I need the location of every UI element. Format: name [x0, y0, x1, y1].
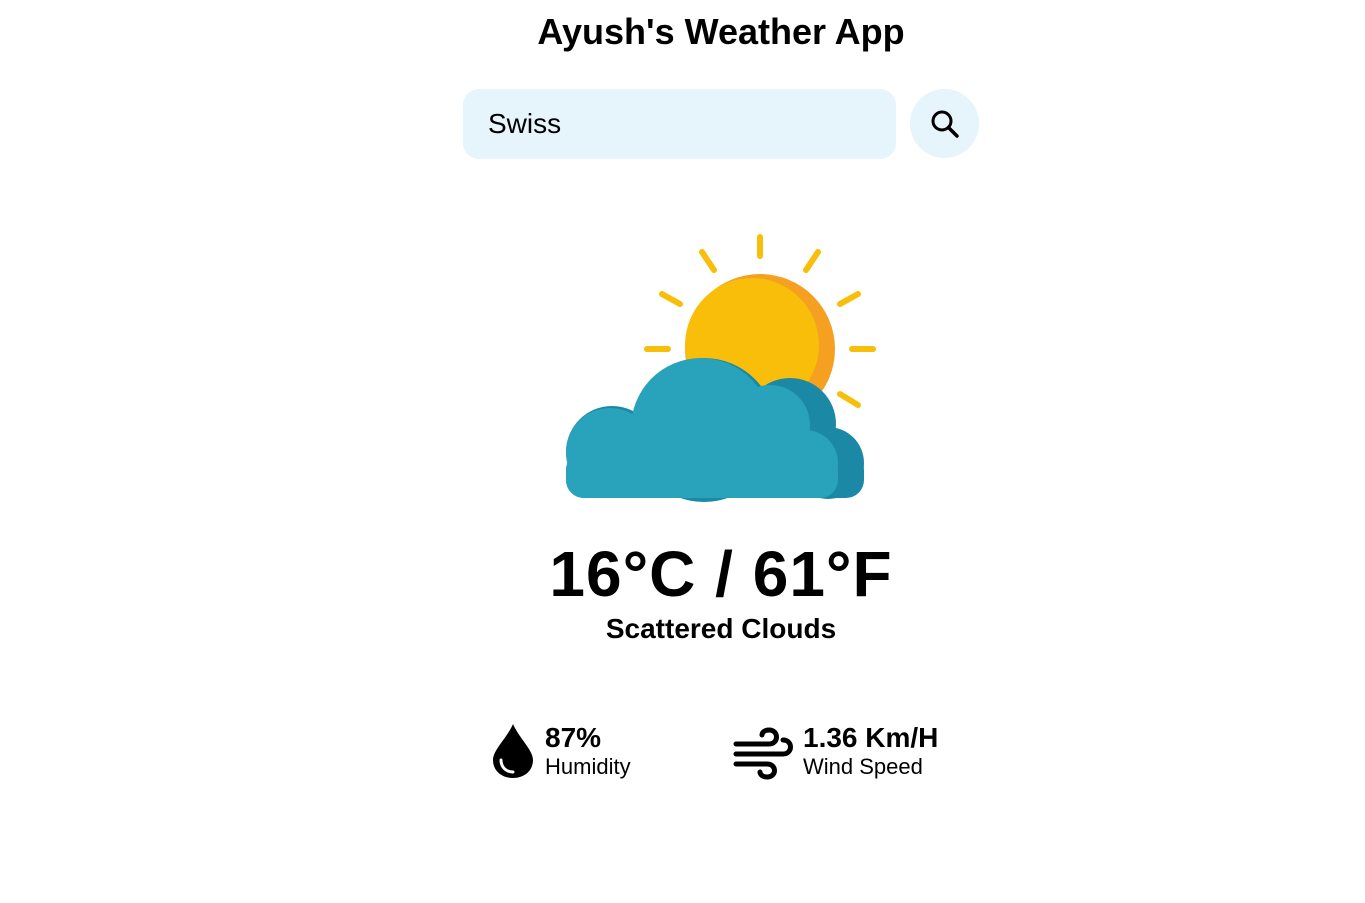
- wind-icon: [733, 727, 793, 780]
- humidity-stat: 87% Humidity: [489, 722, 631, 780]
- app-title: Ayush's Weather App: [537, 11, 905, 52]
- search-button[interactable]: [910, 89, 979, 158]
- search-icon: [931, 110, 959, 138]
- wind-stat: 1.36 Km/H Wind Speed: [733, 722, 938, 780]
- water-drop-icon: [493, 724, 533, 778]
- humidity-value: 87%: [545, 722, 602, 753]
- temperature: 16°C / 61°F: [549, 538, 893, 610]
- search-input[interactable]: [488, 108, 878, 140]
- weather-app: Ayush's Weather App Swiss 16°C / 61°F Sc…: [0, 0, 1365, 903]
- search-bar: [463, 89, 896, 159]
- wind-speed-label: Wind Speed: [803, 754, 923, 779]
- humidity-label: Humidity: [545, 754, 631, 779]
- sun-behind-cloud-icon: [566, 234, 876, 502]
- wind-speed-value: 1.36 Km/H: [803, 722, 939, 753]
- weather-description: Scattered Clouds: [605, 613, 837, 644]
